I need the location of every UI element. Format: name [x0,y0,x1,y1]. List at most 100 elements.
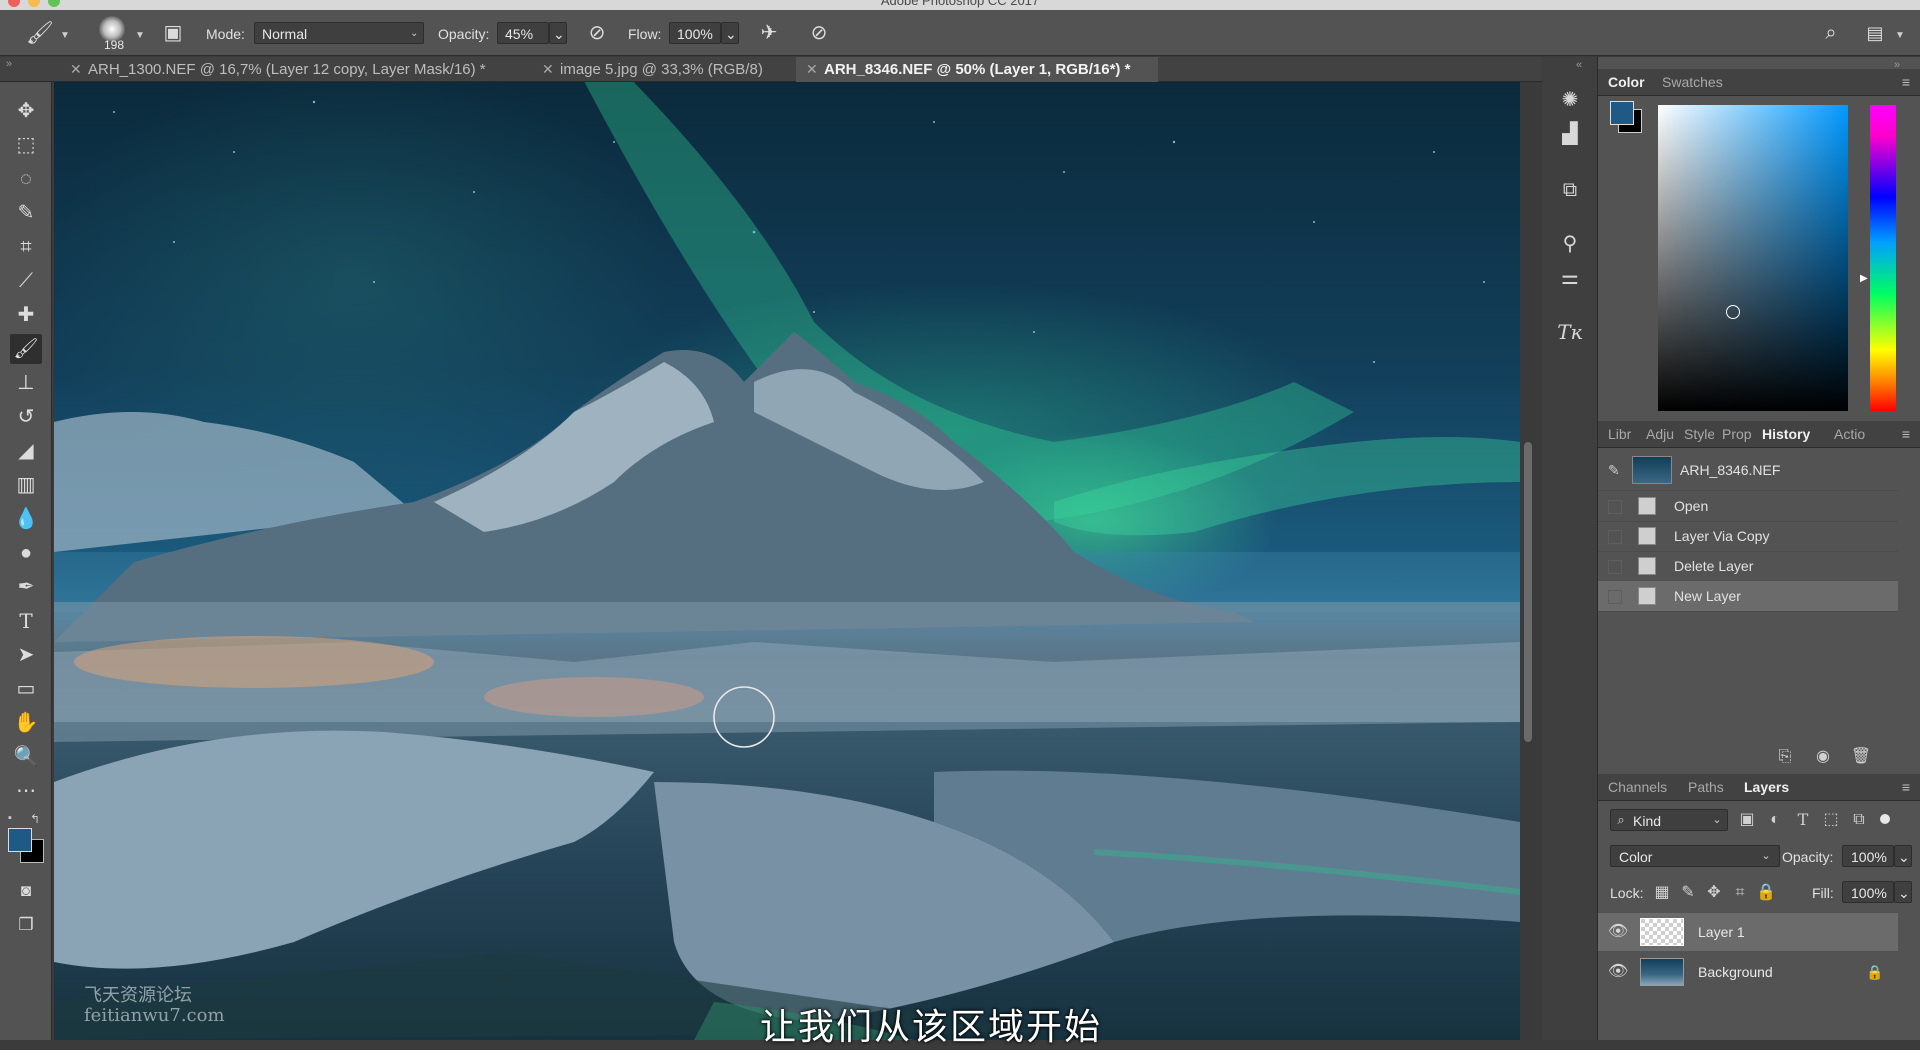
zoom-icon[interactable]: 🔍 [10,742,42,772]
history-checkbox[interactable] [1608,530,1622,544]
tab-arh8346[interactable]: ✕ ARH_8346.NEF @ 50% (Layer 1, RGB/16*) … [796,57,1158,82]
tab-libraries[interactable]: Libr [1608,421,1640,447]
color-field[interactable] [1658,105,1848,411]
marquee-icon[interactable]: ⬚ [10,130,42,160]
filter-shape-icon[interactable]: ⬚ [1820,810,1842,830]
swap-colors-icon[interactable]: ↰ [30,812,40,826]
history-brush-source-icon[interactable]: ✎ [1608,450,1620,490]
blend-mode-select[interactable]: Color [1610,845,1780,867]
fill-stepper[interactable]: ⌄ [1894,881,1912,903]
tab-actions[interactable]: Actio [1834,421,1872,447]
history-step[interactable]: Delete Layer [1598,551,1898,582]
eye-icon[interactable]: 👁 [1608,953,1628,991]
chevron-down-icon[interactable]: ▼ [135,30,145,41]
document-canvas[interactable]: 飞天资源论坛 feitianwu7.com [54,82,1520,1040]
search-icon[interactable]: ⌕ [1818,22,1844,44]
adjustments-icon[interactable]: ⚌ [1550,263,1590,293]
tab-adjustments[interactable]: Adju [1646,421,1676,447]
opacity-stepper[interactable]: ⌄ [549,22,567,44]
close-tab-icon[interactable]: ✕ [542,57,554,82]
tab-image5[interactable]: ✕ image 5.jpg @ 33,3% (RGB/8) [532,57,794,82]
mode-select[interactable]: Normal [254,22,424,44]
more-tools-icon[interactable]: ⋯ [10,776,42,806]
airbrush-icon[interactable]: ✈ [756,22,782,44]
flow-stepper[interactable]: ⌄ [721,22,739,44]
filter-smart-object-icon[interactable]: ⧉ [1848,810,1870,830]
tk-panel-icon[interactable]: Tĸ [1550,317,1590,347]
tab-paths[interactable]: Paths [1688,774,1724,800]
filter-toggle[interactable] [1880,814,1890,824]
snapshot-camera-icon[interactable]: ◉ [1812,747,1834,767]
tab-color[interactable]: Color [1608,69,1645,95]
pressure-size-icon[interactable]: ⊘ [806,22,832,44]
brush-settings-icon[interactable]: ▣ [160,22,186,44]
tab-arh1300[interactable]: ✕ ARH_1300.NEF @ 16,7% (Layer 12 copy, L… [60,57,530,82]
brush-icon[interactable]: 🖌 [10,334,42,364]
filter-adjustment-icon[interactable]: ◐ [1764,810,1786,830]
eraser-icon[interactable]: ◢ [10,436,42,466]
crop-icon[interactable]: ⌗ [10,232,42,262]
type-icon[interactable]: T [10,606,42,636]
path-selection-icon[interactable]: ➤ [10,640,42,670]
history-snapshot[interactable]: ✎ ARH_8346.NEF [1598,450,1898,491]
pressure-opacity-icon[interactable]: ⊘ [584,22,610,44]
history-step[interactable]: Open [1598,491,1898,522]
eyedropper-icon[interactable]: ⟋ [10,266,42,296]
brush-tool-preset-icon[interactable]: 🖌 [26,22,54,44]
clone-source-icon[interactable]: ⧉ [1550,175,1590,205]
tab-layers[interactable]: Layers [1744,774,1789,800]
layer-opacity-field[interactable]: 100% [1842,845,1894,867]
foreground-color-swatch[interactable] [8,828,32,852]
blur-icon[interactable]: 💧 [10,504,42,534]
tab-properties[interactable]: Prop [1722,421,1754,447]
workspace-icon[interactable]: ▤ [1862,22,1888,44]
quick-selection-icon[interactable]: ✎ [10,198,42,228]
dodge-icon[interactable]: ● [10,538,42,568]
opacity-field[interactable]: 45% [497,22,549,44]
quick-mask-icon[interactable]: ◙ [10,876,42,906]
tab-swatches[interactable]: Swatches [1662,69,1723,95]
lock-artboard-icon[interactable]: ⌗ [1730,883,1750,903]
trash-icon[interactable]: 🗑 [1850,747,1872,767]
history-checkbox[interactable] [1608,590,1622,604]
healing-brush-icon[interactable]: ✚ [10,300,42,330]
move-icon[interactable]: ✥ [10,96,42,126]
history-brush-icon[interactable]: ↺ [10,402,42,432]
chevron-down-icon[interactable]: ▼ [1895,30,1905,41]
default-colors-icon[interactable]: ▪ [8,812,12,824]
panel-menu-icon[interactable]: ≡ [1902,69,1910,95]
screen-mode-icon[interactable]: ❐ [10,910,42,940]
history-checkbox[interactable] [1608,560,1622,574]
tool-presets-icon[interactable]: ⚲ [1550,229,1590,259]
filter-pixel-icon[interactable]: ▣ [1736,810,1758,830]
panel-menu-icon[interactable]: ≡ [1902,421,1910,447]
lasso-icon[interactable]: ◌ [10,164,42,194]
clone-stamp-icon[interactable]: ⊥ [10,368,42,398]
color-picker-cursor[interactable] [1726,305,1740,319]
rectangle-icon[interactable]: ▭ [10,674,42,704]
brushes-panel-icon[interactable]: ▟ [1550,119,1590,149]
scrollbar-thumb[interactable] [1524,442,1532,742]
close-tab-icon[interactable]: ✕ [806,57,818,82]
close-tab-icon[interactable]: ✕ [70,57,82,82]
chevron-down-icon[interactable]: ▼ [60,30,70,41]
collapse-icon[interactable]: « [1576,59,1582,71]
hue-slider[interactable] [1870,105,1896,411]
eye-icon[interactable]: 👁 [1608,913,1628,951]
pen-icon[interactable]: ✒ [10,572,42,602]
collapse-icon[interactable]: » [6,57,12,71]
tab-styles[interactable]: Style [1684,421,1714,447]
filter-type-icon[interactable]: T [1792,810,1814,830]
hue-slider-handle-icon[interactable]: ▶ [1860,273,1868,284]
fill-field[interactable]: 100% [1842,881,1894,903]
gradient-icon[interactable]: ▥ [10,470,42,500]
history-step[interactable]: Layer Via Copy [1598,521,1898,552]
panel-menu-icon[interactable]: ≡ [1902,774,1910,800]
layer-row-layer1[interactable]: 👁 Layer 1 [1598,913,1898,951]
brush-settings-panel-icon[interactable]: ✺ [1550,85,1590,115]
lock-all-icon[interactable]: 🔒 [1756,883,1776,903]
lock-image-icon[interactable]: ✎ [1678,883,1698,903]
flow-field[interactable]: 100% [669,22,721,44]
tab-channels[interactable]: Channels [1608,774,1667,800]
hand-icon[interactable]: ✋ [10,708,42,738]
